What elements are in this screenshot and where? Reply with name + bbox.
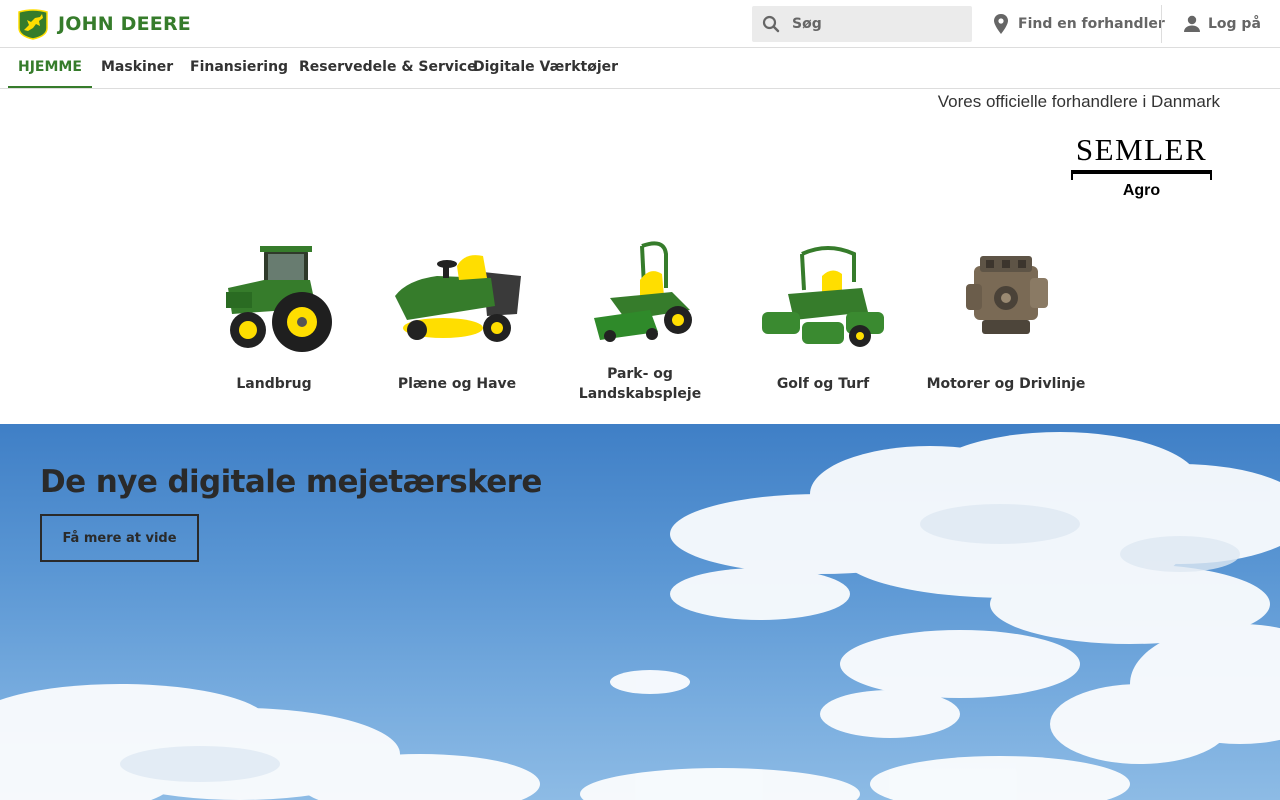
login-label: Log på [1208, 16, 1261, 32]
category-label: Motorer og Drivlinje [926, 376, 1086, 392]
john-deere-logo[interactable]: JOHN DEERE [16, 7, 191, 41]
learn-more-button[interactable]: Få mere at vide [40, 514, 199, 562]
semler-logo-tick [1210, 172, 1212, 180]
engine-icon [966, 256, 1048, 334]
hero-banner: De nye digitale mejetærskere Få mere at … [0, 424, 1280, 800]
nav-item-financing[interactable]: Finansiering [180, 48, 298, 88]
header-divider [1161, 5, 1162, 43]
search-box [752, 6, 972, 42]
semler-logo-word: SEMLER [1075, 132, 1208, 167]
category-golf-turf[interactable]: Golf og Turf [735, 236, 911, 392]
category-lawn-garden[interactable]: Plæne og Have [369, 236, 545, 392]
brand-name: JOHN DEERE [58, 13, 191, 35]
semler-logo-rule [1071, 170, 1212, 174]
dealers-heading: Vores officielle forhandlere i Danmark [937, 92, 1220, 111]
hero-title: De nye digitale mejetærskere [40, 464, 542, 500]
category-label: Landbrug [236, 376, 312, 392]
zero-turn-mower-icon [594, 241, 692, 342]
semler-agro-logo[interactable]: SEMLER Agro [1070, 134, 1213, 204]
tractor-icon [226, 246, 332, 352]
find-dealer-label: Find en forhandler [1018, 16, 1165, 32]
category-label: Park- og Landskabspleje [578, 366, 702, 402]
find-dealer-link[interactable]: Find en forhandler [992, 12, 1165, 36]
search-input[interactable] [792, 6, 962, 42]
nav-item-parts-service[interactable]: Reservedele & Service [289, 48, 487, 88]
leaping-deer-icon [18, 9, 48, 40]
location-pin-icon [994, 14, 1008, 34]
semler-logo-sub: Agro [1122, 182, 1161, 199]
nav-item-machines[interactable]: Maskiner [91, 48, 183, 88]
login-link[interactable]: Log på [1182, 12, 1261, 36]
lawn-tractor-icon [395, 255, 521, 342]
semler-logo-tick [1071, 172, 1073, 180]
reel-mower-icon [762, 246, 884, 347]
nav-item-home[interactable]: HJEMME [8, 48, 92, 88]
category-agriculture[interactable]: Landbrug [186, 236, 362, 392]
user-icon [1184, 15, 1200, 32]
nav-item-digital-tools[interactable]: Digitale Værktøjer [463, 48, 628, 88]
category-engines-drivetrain[interactable]: Motorer og Drivlinje [918, 236, 1094, 392]
category-park-landscape[interactable]: Park- og Landskabspleje [552, 236, 728, 402]
main-nav: HJEMME Maskiner Finansiering Reservedele… [0, 48, 1280, 89]
category-label: Golf og Turf [776, 376, 870, 392]
category-label: Plæne og Have [397, 376, 517, 392]
search-icon[interactable] [762, 15, 780, 33]
top-bar: JOHN DEERE Find en forhandler Log på [0, 0, 1280, 48]
